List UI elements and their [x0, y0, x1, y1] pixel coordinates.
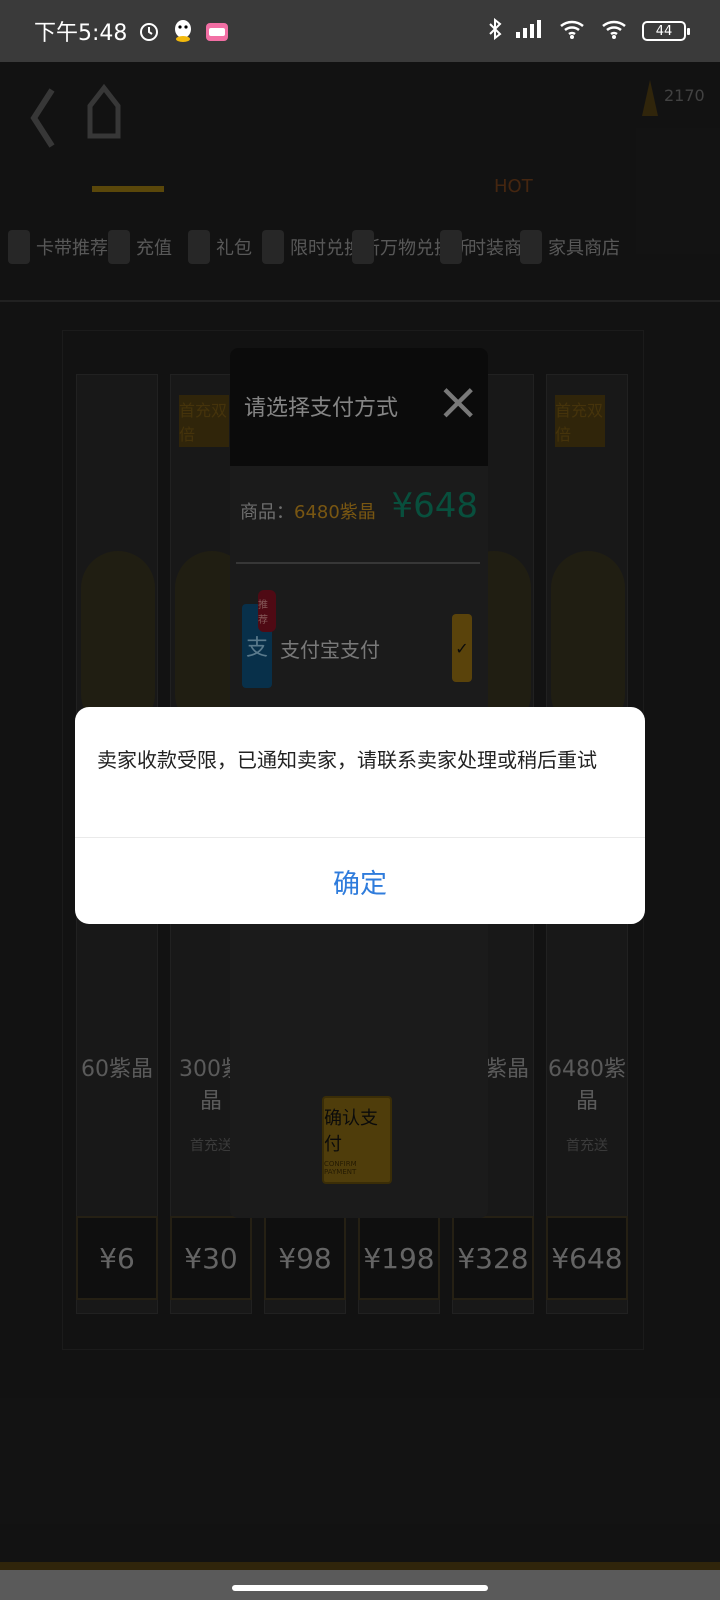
dialog-message: 卖家收款受限，已通知卖家，请联系卖家处理或稍后重试: [97, 748, 597, 772]
alarm-icon: [137, 19, 161, 43]
status-right: 44: [488, 17, 690, 44]
status-bar: 下午5:48 44: [0, 0, 720, 62]
qq-icon: [171, 19, 195, 43]
wifi-plus-icon: [558, 18, 588, 44]
alert-dialog: 卖家收款受限，已通知卖家，请联系卖家处理或稍后重试 确定: [75, 707, 645, 924]
home-indicator[interactable]: [232, 1585, 488, 1591]
wifi-icon: [600, 18, 630, 44]
bluetooth-icon: [488, 17, 502, 44]
signal-icon: [514, 18, 546, 44]
bilibili-icon: [205, 19, 229, 43]
ok-button[interactable]: 确定: [75, 838, 645, 924]
status-time: 下午5:48: [34, 21, 128, 46]
battery-indicator: 44: [642, 21, 690, 41]
